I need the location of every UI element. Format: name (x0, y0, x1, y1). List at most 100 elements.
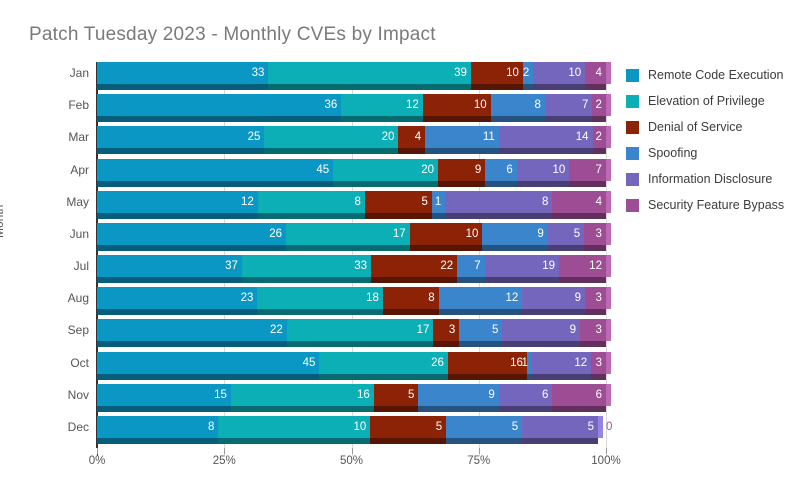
bar-segment-denial-of-service[interactable]: 5 (364, 190, 432, 213)
legend-item-information-disclosure[interactable]: Information Disclosure (626, 166, 801, 192)
chart-title: Patch Tuesday 2023 - Monthly CVEs by Imp… (29, 24, 436, 45)
bar-segment-remote-code-execution[interactable]: 45 (97, 158, 334, 181)
bar-segment-spoofing[interactable]: 11 (425, 126, 499, 149)
bar-row-dec[interactable]: 8 10 5 5 5 0 (97, 415, 612, 438)
bar-segment-remote-code-execution[interactable]: 12 (97, 190, 258, 213)
bar-segment-denial-of-service[interactable]: 22 (371, 255, 458, 277)
legend-item-security-feature-bypass[interactable]: Security Feature Bypass (626, 192, 801, 218)
bar-row-mar[interactable]: 25 20 4 11 14 2 (97, 126, 606, 149)
bar-segment-remote-code-execution[interactable]: 26 (97, 222, 287, 245)
bar-segment-security-feature-bypass[interactable]: 7 (569, 158, 606, 181)
bar-row-apr[interactable]: 45 20 9 6 10 7 (97, 158, 606, 181)
bar-segment-elevation-of-privilege[interactable]: 20 (264, 126, 399, 149)
bar-segment-security-feature-bypass[interactable]: 3 (591, 351, 606, 374)
bar-segment-value: 19 (542, 260, 555, 272)
bar-row-jun[interactable]: 26 17 10 9 5 3 (97, 222, 606, 245)
bar-segment-remote-code-execution[interactable]: 8 (97, 415, 219, 438)
bar-segment-security-feature-bypass[interactable]: 3 (585, 287, 606, 310)
bar-segment-remote-code-execution[interactable]: 37 (97, 255, 242, 277)
bar-segment-denial-of-service[interactable]: 10 (470, 62, 523, 84)
bar-segment-value: 45 (302, 356, 316, 369)
bar-segment-remote-code-execution[interactable]: 45 (97, 351, 320, 374)
bar-segment-security-feature-bypass[interactable]: 6 (552, 383, 606, 406)
bar-row-nov[interactable]: 15 16 5 9 6 6 (97, 383, 606, 406)
bar-row-jan[interactable]: 33 39 10 2 10 4 (97, 62, 606, 84)
bar-track: 8 10 5 5 5 0 (97, 415, 612, 438)
bar-segment-spoofing[interactable]: 8 (490, 94, 545, 117)
bar-segment-value: 39 (454, 67, 467, 79)
bar-segment-denial-of-service[interactable]: 5 (373, 383, 419, 406)
bar-segment-denial-of-service[interactable]: 4 (398, 126, 426, 149)
bar-segment-information-disclosure[interactable]: 10 (533, 62, 586, 84)
bar-segment-elevation-of-privilege[interactable]: 16 (230, 383, 374, 406)
bar-segment-security-feature-bypass[interactable]: 0 (598, 416, 612, 438)
bar-segment-security-feature-bypass[interactable]: 12 (558, 255, 606, 277)
bar-segment-spoofing[interactable]: 9 (482, 222, 548, 245)
bar-segment-elevation-of-privilege[interactable]: 20 (333, 158, 439, 181)
bar-row-aug[interactable]: 23 18 8 12 9 3 (97, 287, 606, 310)
bar-segment-information-disclosure[interactable]: 19 (484, 255, 559, 277)
bar-segment-security-feature-bypass[interactable]: 2 (592, 94, 606, 117)
legend-item-elevation-of-privilege[interactable]: Elevation of Privilege (626, 88, 801, 114)
bar-row-feb[interactable]: 36 12 10 8 7 2 (97, 94, 606, 117)
bar-segment-denial-of-service[interactable]: 9 (438, 158, 486, 181)
bar-segment-security-feature-bypass[interactable]: 3 (580, 319, 606, 342)
bar-segment-elevation-of-privilege[interactable]: 10 (218, 415, 371, 438)
bar-segment-information-disclosure[interactable]: 14 (498, 126, 593, 149)
bar-segment-security-feature-bypass[interactable]: 4 (585, 62, 606, 84)
legend-item-remote-code-execution[interactable]: Remote Code Execution (626, 62, 801, 88)
bar-segment-spoofing[interactable]: 5 (459, 319, 503, 342)
bar-segment-spoofing[interactable]: 9 (418, 383, 499, 406)
bar-segment-security-feature-bypass[interactable]: 2 (592, 126, 606, 149)
legend-swatch-icon (626, 94, 639, 108)
bar-segment-information-disclosure[interactable]: 9 (522, 287, 586, 310)
bar-segment-denial-of-service[interactable]: 8 (382, 287, 439, 310)
bar-row-sep[interactable]: 22 17 3 5 9 3 (97, 319, 606, 342)
bar-segment-elevation-of-privilege[interactable]: 18 (257, 287, 383, 310)
bar-segment-security-feature-bypass[interactable]: 4 (552, 190, 606, 213)
bar-segment-remote-code-execution[interactable]: 23 (97, 287, 258, 310)
bar-track: 37 33 22 7 19 12 (97, 255, 606, 277)
bar-segment-remote-code-execution[interactable]: 36 (97, 94, 342, 117)
bar-segment-denial-of-service[interactable]: 3 (433, 319, 460, 342)
bar-segment-information-disclosure[interactable]: 7 (544, 94, 593, 117)
bar-segment-denial-of-service[interactable]: 16 (447, 351, 527, 374)
bar-segment-spoofing[interactable]: 7 (457, 255, 485, 277)
bar-segment-information-disclosure[interactable]: 6 (498, 383, 553, 406)
bar-segment-elevation-of-privilege[interactable]: 26 (319, 351, 448, 374)
legend-item-spoofing[interactable]: Spoofing (626, 140, 801, 166)
bar-segment-information-disclosure[interactable]: 5 (547, 222, 585, 245)
bar-segment-remote-code-execution[interactable]: 25 (97, 126, 265, 149)
bar-segment-elevation-of-privilege[interactable]: 39 (268, 62, 471, 84)
bar-segment-information-disclosure[interactable]: 9 (502, 319, 581, 342)
bar-segment-denial-of-service[interactable]: 10 (409, 222, 483, 245)
bar-segment-spoofing[interactable]: 1 (431, 190, 446, 213)
bar-row-oct[interactable]: 45 26 16 1 12 3 (97, 351, 606, 374)
bar-segment-remote-code-execution[interactable]: 33 (97, 62, 269, 84)
bar-segment-remote-code-execution[interactable]: 15 (97, 383, 231, 406)
bar-segment-spoofing[interactable]: 12 (438, 287, 523, 310)
bar-segment-information-disclosure[interactable]: 12 (531, 351, 592, 374)
bar-track: 25 20 4 11 14 2 (97, 126, 606, 149)
bar-segment-elevation-of-privilege[interactable]: 33 (241, 255, 372, 277)
bar-segment-spoofing[interactable]: 2 (523, 62, 534, 84)
bar-segment-elevation-of-privilege[interactable]: 12 (341, 94, 423, 117)
bar-segment-elevation-of-privilege[interactable]: 17 (286, 222, 410, 245)
bar-segment-elevation-of-privilege[interactable]: 8 (257, 190, 365, 213)
bar-segment-security-feature-bypass[interactable]: 3 (584, 222, 606, 245)
bar-segment-value: 12 (589, 260, 602, 272)
bar-segment-remote-code-execution[interactable]: 22 (97, 319, 287, 342)
bar-segment-spoofing[interactable]: 6 (485, 158, 517, 181)
bar-segment-information-disclosure[interactable]: 10 (516, 158, 570, 181)
bar-segment-information-disclosure[interactable]: 5 (522, 415, 599, 438)
bar-track: 12 8 5 1 8 4 (97, 190, 606, 213)
bar-segment-denial-of-service[interactable]: 10 (422, 94, 491, 117)
bar-row-may[interactable]: 12 8 5 1 8 4 (97, 190, 606, 213)
bar-row-jul[interactable]: 37 33 22 7 19 12 (97, 255, 606, 277)
legend-item-denial-of-service[interactable]: Denial of Service (626, 114, 801, 140)
bar-segment-information-disclosure[interactable]: 8 (445, 190, 553, 213)
bar-segment-elevation-of-privilege[interactable]: 17 (286, 319, 434, 342)
bar-track: 15 16 5 9 6 6 (97, 383, 606, 406)
bar-segment-spoofing[interactable]: 5 (446, 415, 523, 438)
bar-segment-denial-of-service[interactable]: 5 (370, 415, 447, 438)
